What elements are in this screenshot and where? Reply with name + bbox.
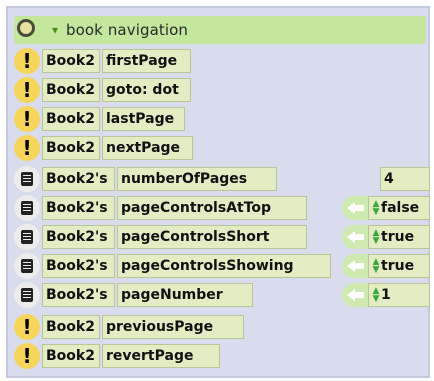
up-down-icon[interactable]: ▲ ▼: [372, 258, 380, 275]
value-text: 1: [381, 287, 391, 303]
selector-tile[interactable]: lastPage: [102, 107, 185, 131]
value-readout: 4: [380, 167, 430, 191]
selector-tile[interactable]: pageControlsAtTop: [117, 196, 307, 220]
receiver-tile[interactable]: Book2: [42, 344, 100, 368]
receiver-tile[interactable]: Book2: [42, 107, 100, 131]
document-icon[interactable]: [14, 282, 40, 308]
selector-tile[interactable]: pageNumber: [117, 283, 253, 307]
selector-tile[interactable]: goto: dot: [102, 78, 191, 102]
up-down-icon[interactable]: ▲ ▼: [372, 200, 380, 217]
circle-menu-icon[interactable]: [17, 19, 35, 37]
receiver-tile[interactable]: Book2's: [42, 254, 115, 278]
document-icon[interactable]: [14, 195, 40, 221]
selector-tile[interactable]: revertPage: [102, 344, 220, 368]
exclamation-icon[interactable]: !: [14, 314, 40, 340]
value-text: true: [381, 229, 415, 245]
receiver-tile[interactable]: Book2's: [42, 283, 115, 307]
receiver-tile[interactable]: Book2: [42, 78, 100, 102]
category-header: ▾ book navigation: [14, 16, 426, 44]
receiver-tile[interactable]: Book2's: [42, 196, 115, 220]
stage: ▾ book navigation ! Book2 firstPage ! Bo…: [0, 0, 434, 381]
document-icon[interactable]: [14, 166, 40, 192]
receiver-tile[interactable]: Book2's: [42, 167, 115, 191]
value-text: true: [381, 258, 415, 274]
up-down-icon[interactable]: ▲ ▼: [372, 229, 380, 246]
value-field[interactable]: ▲ ▼ true: [368, 254, 430, 278]
receiver-tile[interactable]: Book2: [42, 315, 100, 339]
category-title[interactable]: book navigation: [66, 19, 188, 41]
receiver-tile[interactable]: Book2: [42, 49, 100, 73]
value-field[interactable]: ▲ ▼ false: [368, 196, 430, 220]
exclamation-icon[interactable]: !: [14, 48, 40, 74]
selector-tile[interactable]: nextPage: [102, 136, 193, 160]
exclamation-icon[interactable]: !: [14, 343, 40, 369]
left-arrow-icon[interactable]: [342, 196, 368, 220]
value-text: false: [381, 200, 420, 216]
receiver-tile[interactable]: Book2's: [42, 225, 115, 249]
left-arrow-icon[interactable]: [342, 254, 368, 278]
selector-tile[interactable]: previousPage: [102, 315, 244, 339]
triangle-down-icon[interactable]: ▾: [52, 20, 58, 40]
document-icon[interactable]: [14, 253, 40, 279]
exclamation-icon[interactable]: !: [14, 77, 40, 103]
left-arrow-icon[interactable]: [342, 283, 368, 307]
up-down-icon[interactable]: ▲ ▼: [372, 287, 380, 304]
selector-tile[interactable]: firstPage: [102, 49, 191, 73]
exclamation-icon[interactable]: !: [14, 106, 40, 132]
receiver-tile[interactable]: Book2: [42, 136, 100, 160]
selector-tile[interactable]: numberOfPages: [117, 167, 277, 191]
value-field[interactable]: ▲ ▼ 1: [368, 283, 430, 307]
selector-tile[interactable]: pageControlsShort: [117, 225, 307, 249]
value-field[interactable]: ▲ ▼ true: [368, 225, 430, 249]
document-icon[interactable]: [14, 224, 40, 250]
exclamation-icon[interactable]: !: [14, 135, 40, 161]
selector-tile[interactable]: pageControlsShowing: [117, 254, 331, 278]
left-arrow-icon[interactable]: [342, 225, 368, 249]
